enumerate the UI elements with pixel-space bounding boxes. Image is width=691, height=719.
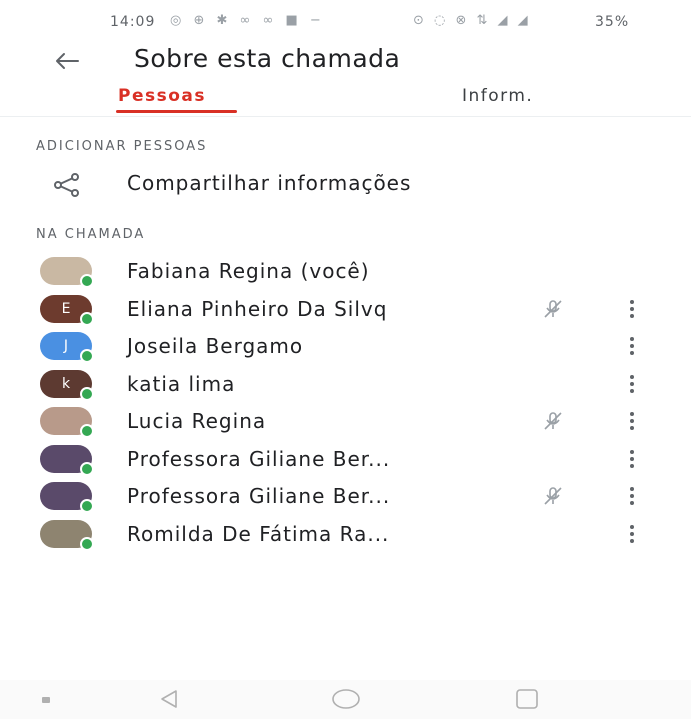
mic-off-icon <box>544 412 562 430</box>
participant-row[interactable]: Fabiana Regina (você) <box>0 252 691 290</box>
page-title: Sobre esta chamada <box>134 44 401 73</box>
active-tab-indicator <box>116 110 237 113</box>
system-icons: ⊙ ◌ ⊗ ⇅ ◢ ◢ <box>413 13 531 28</box>
more-options-icon[interactable] <box>622 371 642 397</box>
tab-info[interactable]: Inform. <box>462 86 533 106</box>
more-options-icon[interactable] <box>622 408 642 434</box>
avatar <box>40 257 94 288</box>
participant-name: Professora Giliane Ber... <box>127 446 391 471</box>
avatar <box>40 407 94 438</box>
participant-row[interactable]: E Eliana Pinheiro Da Silvq <box>0 290 691 328</box>
participant-name: Eliana Pinheiro Da Silvq <box>127 296 388 321</box>
avatar: k <box>40 369 94 401</box>
participant-row[interactable]: Romilda De Fátima Ra... <box>0 515 691 553</box>
nav-menu-icon[interactable] <box>42 697 50 703</box>
online-status-dot <box>80 424 94 438</box>
avatar <box>40 482 94 513</box>
share-info-label: Compartilhar informações <box>127 171 412 195</box>
section-label-add-people: ADICIONAR PESSOAS <box>36 139 208 154</box>
tab-bar: Pessoas Inform. <box>0 86 691 116</box>
tab-people[interactable]: Pessoas <box>118 86 206 106</box>
participant-name: Joseila Bergamo <box>127 334 304 358</box>
participant-name: katia lima <box>127 371 236 396</box>
avatar <box>40 519 94 551</box>
online-status-dot <box>80 349 94 363</box>
battery-level: 35% <box>595 14 630 30</box>
status-time: 14:09 <box>110 14 156 30</box>
avatar-initial: k <box>61 375 71 392</box>
participant-row[interactable]: Lucia Regina <box>0 402 691 440</box>
section-label-in-call: NA CHAMADA <box>36 227 146 242</box>
app-bar: Sobre esta chamada <box>0 40 691 84</box>
avatar-initial: J <box>63 338 69 354</box>
avatar-initial: E <box>61 300 71 317</box>
participant-row[interactable]: Professora Giliane Ber... <box>0 440 691 478</box>
notification-icons: ◎ ⊕ ✱ ∞ ∞ ■ − <box>170 13 325 28</box>
share-info-row[interactable]: Compartilhar informações <box>0 166 691 202</box>
participant-name: Romilda De Fátima Ra... <box>127 521 390 546</box>
avatar: E <box>40 294 94 326</box>
participant-name: Lucia Regina <box>127 409 267 433</box>
system-nav-bar <box>0 680 691 719</box>
participant-row[interactable]: k katia lima <box>0 365 691 403</box>
mic-off-icon <box>544 299 562 318</box>
back-arrow-icon[interactable] <box>52 46 82 76</box>
online-status-dot <box>80 386 94 401</box>
online-status-dot <box>80 311 94 326</box>
participant-name: Professora Giliane Ber... <box>127 484 391 508</box>
online-status-dot <box>80 536 94 551</box>
more-options-icon[interactable] <box>622 333 642 359</box>
more-options-icon[interactable] <box>622 483 642 509</box>
more-options-icon[interactable] <box>622 521 642 547</box>
status-bar: 14:09 ◎ ⊕ ✱ ∞ ∞ ■ − ⊙ ◌ ⊗ ⇅ ◢ ◢ 35% <box>0 8 691 36</box>
online-status-dot <box>80 461 94 476</box>
participant-list: Fabiana Regina (você) E Eliana Pinheiro Da… <box>0 252 691 552</box>
more-options-icon[interactable] <box>622 446 642 472</box>
participant-row[interactable]: J Joseila Bergamo <box>0 327 691 365</box>
participant-name: Fabiana Regina (você) <box>127 259 370 283</box>
share-icon <box>54 173 79 197</box>
nav-recent-apps-icon[interactable] <box>514 688 540 710</box>
mic-off-icon <box>544 487 562 505</box>
nav-home-icon[interactable] <box>331 688 361 710</box>
more-options-icon[interactable] <box>622 296 642 322</box>
participant-row[interactable]: Professora Giliane Ber... <box>0 477 691 515</box>
avatar <box>40 444 94 476</box>
tabs-divider <box>0 116 691 117</box>
avatar: J <box>40 332 94 363</box>
nav-back-icon[interactable] <box>158 688 180 710</box>
online-status-dot <box>80 499 94 513</box>
online-status-dot <box>80 274 94 288</box>
